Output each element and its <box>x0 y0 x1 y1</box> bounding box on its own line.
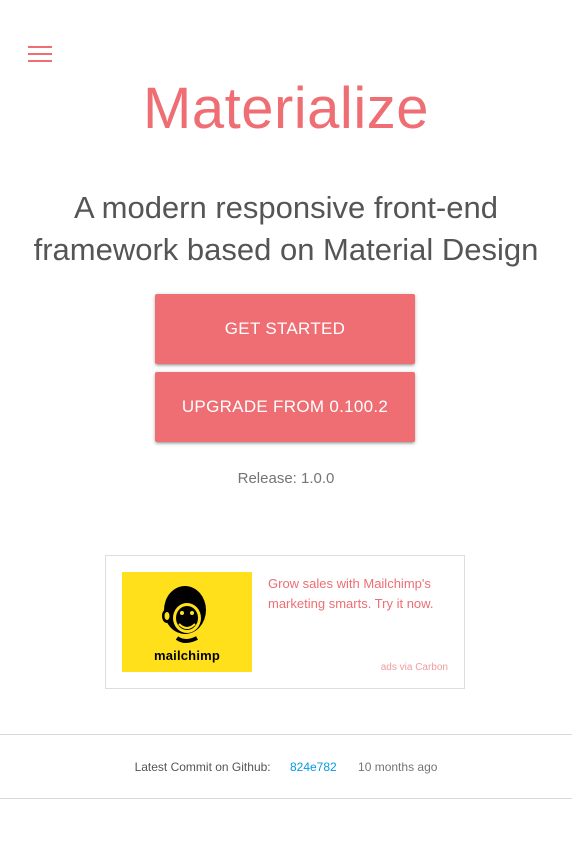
commit-label: Latest Commit on Github: <box>134 760 271 774</box>
tagline: A modern responsive front-end framework … <box>33 190 539 267</box>
get-started-button[interactable]: GET STARTED <box>155 294 415 364</box>
footer-divider-top <box>0 734 572 735</box>
ad-text-link[interactable]: Grow sales with Mailchimp's marketing sm… <box>268 574 448 614</box>
hamburger-menu-icon[interactable] <box>28 46 52 62</box>
release-version: Release: 1.0.0 <box>237 470 335 487</box>
upgrade-button[interactable]: UPGRADE FROM 0.100.2 <box>155 372 415 442</box>
mailchimp-logo-icon <box>162 586 206 643</box>
ads-via-carbon-link[interactable]: ads via Carbon <box>381 662 448 673</box>
latest-commit: Latest Commit on Github: 824e782 10 mont… <box>0 760 572 774</box>
commit-age: 10 months ago <box>358 760 438 774</box>
commit-sha-link[interactable]: 824e782 <box>290 760 337 774</box>
ad-image[interactable]: mailchimp <box>122 572 252 672</box>
page: Materialize A modern responsive front-en… <box>0 0 572 849</box>
brand-title: Materialize <box>143 76 429 141</box>
carbon-ad: mailchimp Grow sales with Mailchimp's ma… <box>105 555 465 689</box>
ad-image-text: mailchimp <box>153 648 221 663</box>
footer-divider-bottom <box>0 798 572 799</box>
